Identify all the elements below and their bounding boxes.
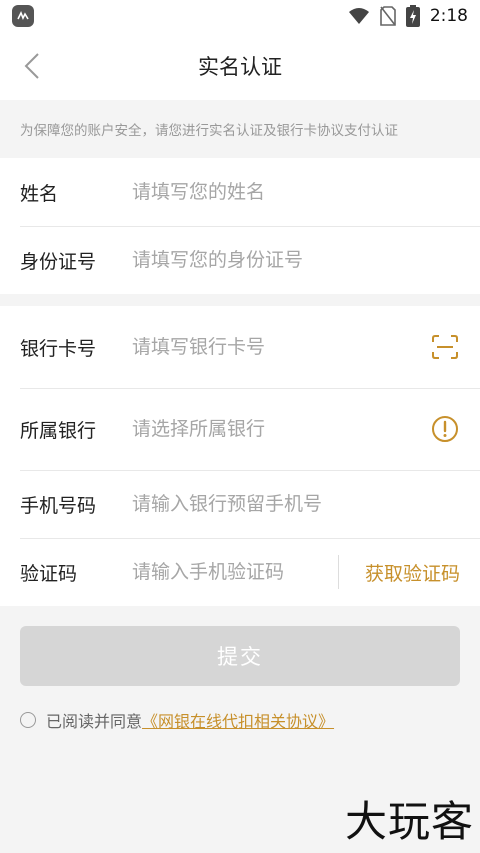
scan-card-button[interactable] [430, 332, 460, 362]
back-button[interactable] [10, 44, 54, 88]
verify-code-row: 验证码 获取验证码 [0, 538, 480, 606]
submit-button[interactable]: 提交 [20, 626, 460, 686]
phone-label: 手机号码 [20, 494, 97, 517]
name-row: 姓名 [0, 158, 480, 226]
status-bar: 2:18 [0, 0, 480, 32]
wifi-icon [348, 8, 369, 24]
agree-radio[interactable] [20, 712, 36, 728]
app-badge-icon [12, 5, 34, 27]
page-title: 实名认证 [198, 55, 282, 79]
security-notice: 为保障您的账户安全，请您进行实名认证及银行卡协议支付认证 [20, 123, 398, 139]
verify-code-input[interactable] [132, 561, 330, 583]
bank-section: 银行卡号 所属银行 手机号码 验证码 获取验证码 [0, 306, 480, 606]
watermark: 大玩客 [344, 797, 474, 846]
battery-charging-icon [405, 5, 420, 27]
verify-code-label: 验证码 [20, 562, 78, 585]
agreement-row: 已阅读并同意 《网银在线代扣相关协议》 [0, 686, 480, 732]
identity-section: 姓名 身份证号 [0, 158, 480, 294]
agreement-link[interactable]: 《网银在线代扣相关协议》 [142, 708, 334, 732]
id-number-row: 身份证号 [0, 226, 480, 294]
no-sim-icon [380, 6, 396, 26]
card-number-label: 银行卡号 [20, 337, 97, 360]
scan-card-icon [432, 335, 458, 359]
card-number-input[interactable] [132, 336, 430, 358]
get-code-button[interactable]: 获取验证码 [365, 559, 460, 586]
bank-select[interactable] [132, 418, 430, 440]
info-alert-icon [432, 416, 458, 442]
card-number-row: 银行卡号 [0, 306, 480, 388]
name-input[interactable] [132, 181, 460, 203]
bank-row[interactable]: 所属银行 [0, 388, 480, 470]
status-time: 2:18 [429, 6, 468, 26]
id-number-label: 身份证号 [20, 250, 97, 273]
back-arrow-icon [24, 53, 39, 79]
name-label: 姓名 [20, 182, 59, 205]
agreement-prefix: 已阅读并同意 [46, 712, 143, 731]
nav-bar: 实名认证 [0, 32, 480, 100]
phone-row: 手机号码 [0, 470, 480, 538]
bank-info-button[interactable] [430, 414, 460, 444]
bank-label: 所属银行 [20, 419, 97, 442]
code-divider [337, 555, 339, 589]
phone-input[interactable] [132, 493, 460, 515]
id-number-input[interactable] [132, 249, 460, 271]
